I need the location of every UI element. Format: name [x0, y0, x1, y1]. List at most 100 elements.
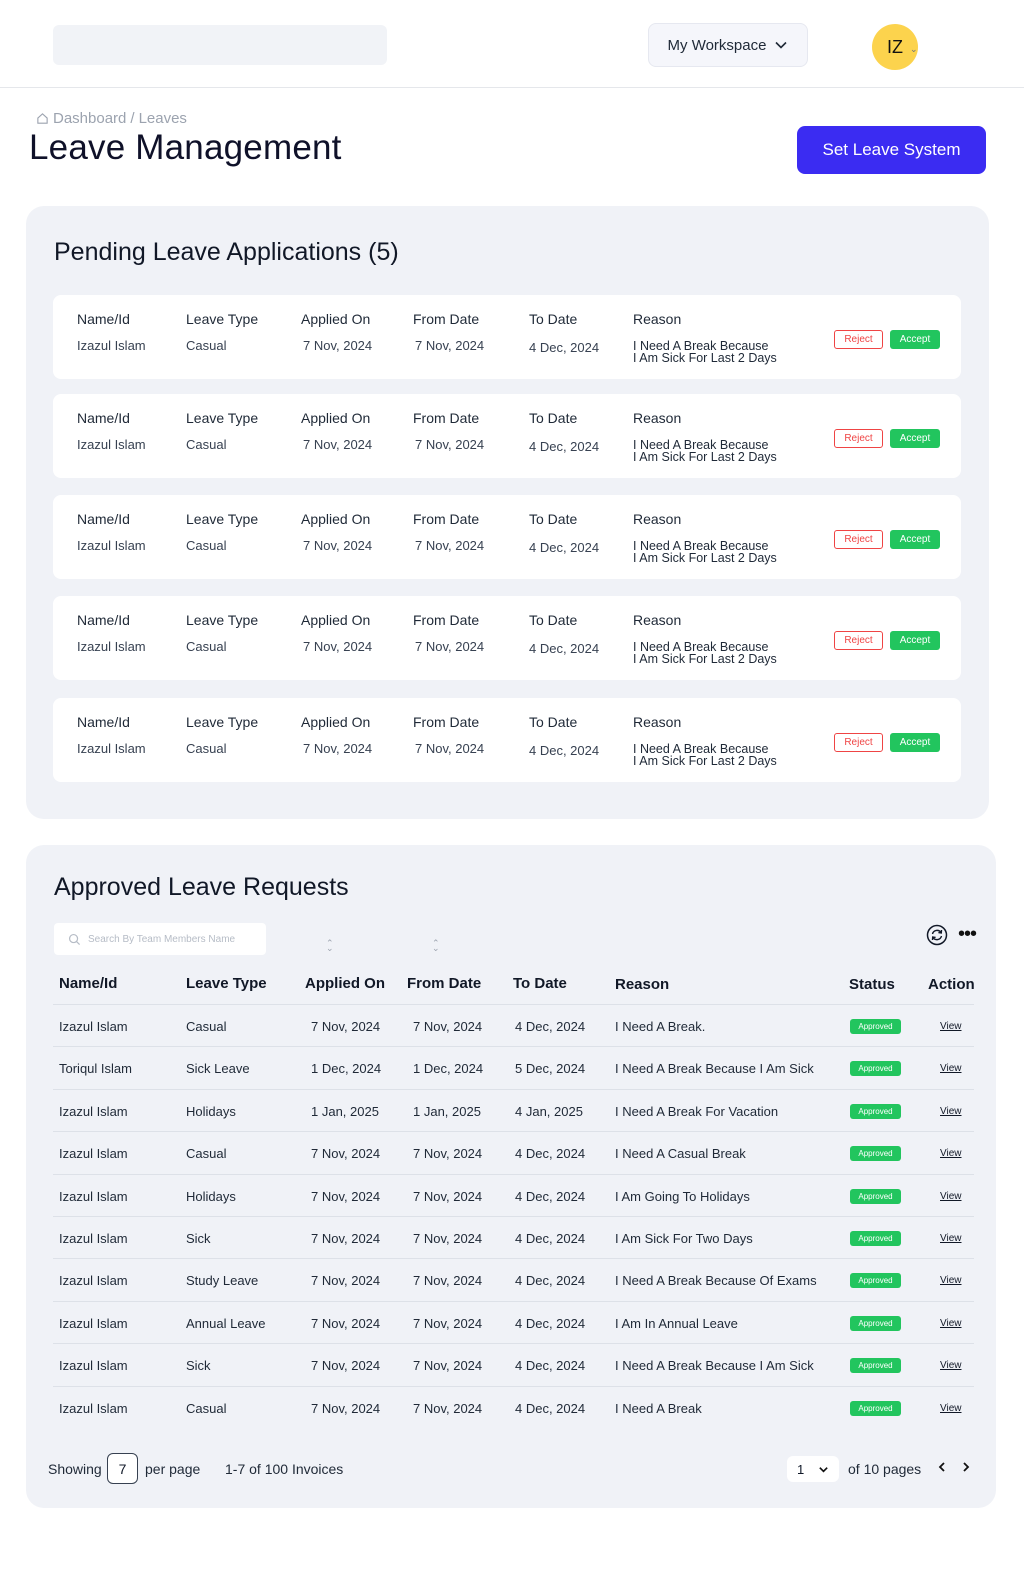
workspace-label: My Workspace — [667, 36, 767, 54]
view-link[interactable]: View — [940, 1403, 962, 1414]
cell-to: 4 Jan, 2025 — [515, 1104, 583, 1119]
sort-applied-icon[interactable]: ⌃ ⌄ — [326, 939, 334, 953]
per-page-input[interactable]: 7 — [107, 1453, 138, 1484]
value-type: Casual — [186, 538, 227, 553]
top-bar: My Workspace IZ ⌄ — [0, 0, 1024, 88]
label-applied: Applied On — [301, 612, 371, 628]
avatar-chevron-icon[interactable]: ⌄ — [910, 44, 918, 55]
value-reason: I Need A Break Because I Am Sick For Las… — [633, 439, 803, 464]
value-name: Izazul Islam — [77, 538, 146, 553]
col-header-name: Name/Id — [59, 975, 118, 992]
reason-line-2: I Am Sick For Last 2 Days — [633, 351, 777, 365]
value-type: Casual — [186, 639, 227, 654]
pending-application-card: Name/Id Izazul Islam Leave Type Casual Appli… — [53, 698, 961, 782]
cell-name: Izazul Islam — [59, 1189, 128, 1204]
chevron-left-icon[interactable] — [935, 1460, 949, 1474]
label-to: To Date — [529, 511, 578, 527]
label-reason: Reason — [633, 612, 682, 628]
status-badge: Approved — [850, 1316, 901, 1331]
view-link[interactable]: View — [940, 1191, 962, 1202]
view-link[interactable]: View — [940, 1318, 962, 1329]
reject-button[interactable]: Reject — [834, 631, 883, 650]
table-row: Izazul Islam Holidays 7 Nov, 2024 7 Nov, 20… — [53, 1174, 974, 1216]
chevron-down-icon — [819, 1466, 828, 1473]
table-row: Izazul Islam Casual 7 Nov, 2024 7 Nov, 2024… — [53, 1004, 974, 1046]
cell-name: Izazul Islam — [59, 1358, 128, 1373]
pagination-bar: Showing 7 per page 1-7 of 100 Invoices 1… — [26, 1453, 996, 1485]
value-from: 7 Nov, 2024 — [415, 437, 485, 452]
cell-type: Annual Leave — [186, 1316, 266, 1331]
label-applied: Applied On — [301, 410, 371, 426]
page-select[interactable]: 1 — [787, 1456, 839, 1482]
accept-button[interactable]: Accept — [890, 330, 940, 349]
cell-reason: I Need A Casual Break — [615, 1146, 746, 1161]
team-member-search-input[interactable]: Search By Team Members Name — [54, 923, 266, 955]
label-to: To Date — [529, 311, 578, 327]
label-name: Name/Id — [77, 714, 130, 730]
table-row: Izazul Islam Holidays 1 Jan, 2025 1 Jan, 20… — [53, 1089, 974, 1131]
accept-button[interactable]: Accept — [890, 631, 940, 650]
reject-button[interactable]: Reject — [834, 733, 883, 752]
cell-to: 4 Dec, 2024 — [515, 1316, 586, 1331]
value-name: Izazul Islam — [77, 437, 146, 452]
workspace-selector[interactable]: My Workspace — [648, 23, 808, 67]
view-link[interactable]: View — [940, 1063, 962, 1074]
cell-reason: I Need A Break Because I Am Sick — [615, 1061, 814, 1076]
refresh-icon[interactable] — [926, 924, 948, 946]
cell-applied: 7 Nov, 2024 — [311, 1019, 381, 1034]
value-applied: 7 Nov, 2024 — [303, 639, 373, 654]
set-leave-system-button[interactable]: Set Leave System — [797, 126, 986, 174]
view-link[interactable]: View — [940, 1275, 962, 1286]
global-search-input[interactable] — [53, 25, 387, 65]
cell-type: Sick — [186, 1231, 211, 1246]
pending-applications-panel: Pending Leave Applications (5) Name/Id Iz… — [26, 206, 989, 819]
more-options-icon[interactable]: ••• — [958, 924, 977, 944]
cell-reason: I Am Sick For Two Days — [615, 1231, 753, 1246]
view-link[interactable]: View — [940, 1233, 962, 1244]
reject-button[interactable]: Reject — [834, 429, 883, 448]
pending-section-title: Pending Leave Applications (5) — [54, 238, 399, 266]
cell-from: 7 Nov, 2024 — [413, 1358, 483, 1373]
table-row: Izazul Islam Annual Leave 7 Nov, 2024 7 Nov… — [53, 1301, 974, 1343]
chevron-right-icon[interactable] — [959, 1460, 973, 1474]
col-header-status: Status — [849, 976, 895, 993]
avatar-initials: IZ — [887, 36, 903, 57]
cell-from: 7 Nov, 2024 — [413, 1401, 483, 1416]
cell-reason: I Need A Break For Vacation — [615, 1104, 779, 1119]
search-icon — [68, 933, 81, 945]
view-link[interactable]: View — [940, 1021, 962, 1032]
pending-application-card: Name/Id Izazul Islam Leave Type Casual Appli… — [53, 596, 961, 680]
status-badge: Approved — [850, 1104, 901, 1119]
col-header-from[interactable]: From Date — [407, 975, 481, 992]
reject-button[interactable]: Reject — [834, 330, 883, 349]
sort-from-icon[interactable]: ⌃ ⌄ — [432, 939, 440, 953]
accept-button[interactable]: Accept — [890, 733, 940, 752]
view-link[interactable]: View — [940, 1360, 962, 1371]
value-applied: 7 Nov, 2024 — [303, 741, 373, 756]
label-reason: Reason — [633, 311, 682, 327]
cell-type: Holidays — [186, 1189, 236, 1204]
status-badge: Approved — [850, 1146, 901, 1161]
view-link[interactable]: View — [940, 1106, 962, 1117]
cell-reason: I Need A Break. — [615, 1019, 706, 1034]
view-link[interactable]: View — [940, 1148, 962, 1159]
value-name: Izazul Islam — [77, 639, 146, 654]
cell-name: Izazul Islam — [59, 1104, 128, 1119]
breadcrumb-home[interactable]: Dashboard — [53, 110, 126, 127]
accept-button[interactable]: Accept — [890, 429, 940, 448]
cell-from: 7 Nov, 2024 — [413, 1189, 483, 1204]
col-header-applied[interactable]: Applied On — [305, 975, 385, 992]
label-to: To Date — [529, 612, 578, 628]
reject-button[interactable]: Reject — [834, 530, 883, 549]
cell-reason: I Need A Break — [615, 1401, 702, 1416]
cell-from: 7 Nov, 2024 — [413, 1273, 483, 1288]
col-header-type: Leave Type — [186, 975, 267, 992]
page-title: Leave Management — [29, 128, 342, 167]
label-from: From Date — [413, 410, 480, 426]
value-to: 4 Dec, 2024 — [529, 641, 600, 656]
cell-name: Izazul Islam — [59, 1019, 128, 1034]
table-row: Izazul Islam Sick 7 Nov, 2024 7 Nov, 2024 4 … — [53, 1343, 974, 1385]
label-applied: Applied On — [301, 311, 371, 327]
table-row: Izazul Islam Sick 7 Nov, 2024 7 Nov, 2024 4 … — [53, 1216, 974, 1258]
accept-button[interactable]: Accept — [890, 530, 940, 549]
